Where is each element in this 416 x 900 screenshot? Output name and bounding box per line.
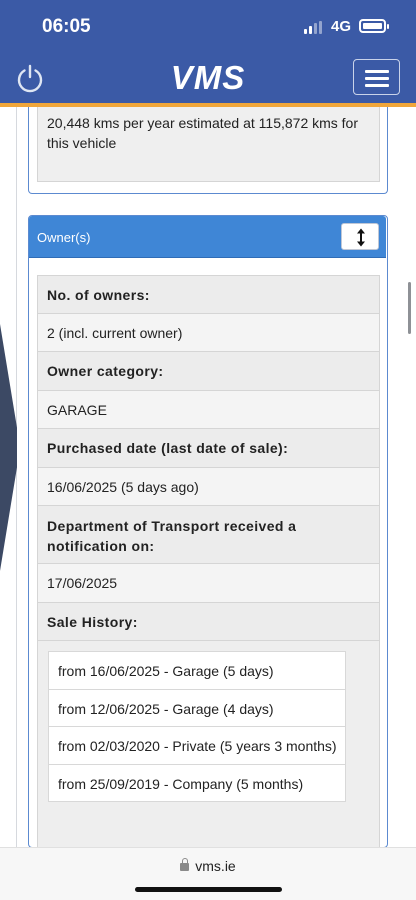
owners-panel: Owner(s) No. of owners: 2 (incl. current… bbox=[28, 215, 388, 847]
network-type: 4G bbox=[331, 18, 352, 35]
svg-text:VMS: VMS bbox=[171, 60, 246, 94]
page-content[interactable]: 20,448 kms per year estimated at 115,872… bbox=[0, 107, 416, 847]
battery-icon bbox=[359, 19, 389, 33]
menu-button[interactable] bbox=[353, 59, 400, 95]
dot-notification-value: 17/06/2025 bbox=[37, 564, 380, 603]
sale-history-item: from 25/09/2019 - Company (5 months) bbox=[48, 763, 346, 802]
mileage-panel: 20,448 kms per year estimated at 115,872… bbox=[28, 107, 388, 194]
browser-bottom-bar: vms.ie bbox=[0, 847, 416, 900]
url-bar[interactable]: vms.ie bbox=[0, 858, 416, 874]
purchased-date-value: 16/06/2025 (5 days ago) bbox=[37, 467, 380, 506]
owners-panel-header[interactable]: Owner(s) bbox=[29, 216, 386, 258]
url-text: vms.ie bbox=[195, 858, 236, 874]
sale-history-label: Sale History: bbox=[37, 602, 380, 641]
content-rail bbox=[16, 107, 17, 847]
owner-category-value: GARAGE bbox=[37, 390, 380, 429]
num-owners-label: No. of owners: bbox=[37, 275, 380, 314]
panel-title: Owner(s) bbox=[37, 230, 91, 245]
status-time: 06:05 bbox=[42, 16, 91, 37]
sale-history-item: from 02/03/2020 - Private (5 years 3 mon… bbox=[48, 726, 346, 765]
owners-table: No. of owners: 2 (incl. current owner) O… bbox=[37, 275, 380, 847]
scrollbar[interactable] bbox=[408, 282, 411, 334]
vms-logo[interactable]: VMS bbox=[150, 59, 266, 96]
sale-history-item: from 12/06/2025 - Garage (4 days) bbox=[48, 688, 346, 727]
sale-history-list: from 16/06/2025 - Garage (5 days) from 1… bbox=[37, 641, 380, 847]
owner-category-label: Owner category: bbox=[37, 352, 380, 391]
mileage-estimate: 20,448 kms per year estimated at 115,872… bbox=[37, 107, 380, 182]
signal-icon bbox=[304, 21, 322, 34]
purchased-date-label: Purchased date (last date of sale): bbox=[37, 429, 380, 468]
lock-icon bbox=[180, 858, 190, 871]
vertical-arrows-icon bbox=[357, 228, 365, 247]
power-icon[interactable] bbox=[14, 62, 46, 94]
previous-arrow-icon[interactable] bbox=[0, 324, 17, 571]
dot-notification-label: Department of Transport received a notif… bbox=[37, 506, 380, 564]
app-header: 06:05 4G VMS bbox=[0, 0, 416, 106]
home-indicator[interactable] bbox=[135, 887, 282, 892]
expand-toggle-button[interactable] bbox=[341, 223, 379, 250]
sale-history-item: from 16/06/2025 - Garage (5 days) bbox=[48, 651, 346, 690]
num-owners-value: 2 (incl. current owner) bbox=[37, 313, 380, 352]
